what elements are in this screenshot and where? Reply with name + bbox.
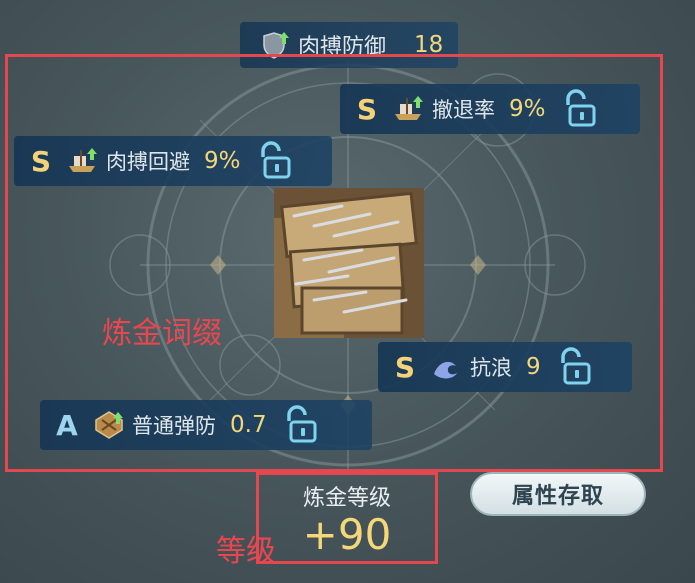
alchemy-panel: 肉搏防御 18 S 撤退率 9% S 肉搏回避 9% S 抗浪 9 A 普通弹防…	[0, 0, 695, 583]
alchemy-level-value: +90	[302, 510, 392, 559]
attribute-access-button[interactable]: 属性存取	[470, 472, 646, 516]
affix-highlight-box	[5, 54, 663, 472]
alchemy-level-title: 炼金等级	[302, 486, 391, 511]
affix-annotation-label: 炼金词缀	[102, 316, 222, 351]
